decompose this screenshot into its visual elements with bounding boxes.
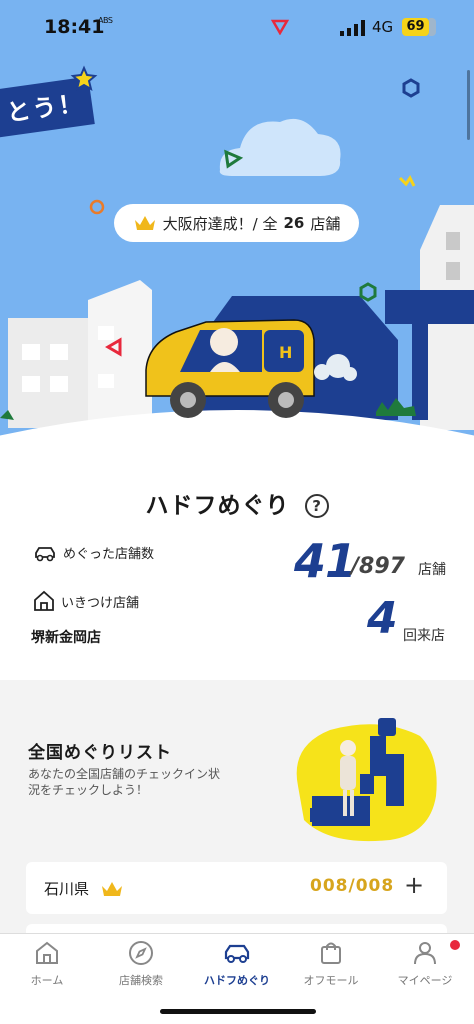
expand-icon[interactable]: +: [404, 871, 424, 899]
title-row: ハドフめぐり ?: [0, 486, 474, 520]
visited-total: /897: [351, 554, 405, 579]
visited-label-row: めぐった店舗数: [33, 543, 154, 562]
shopping-bag-icon: [321, 942, 341, 964]
visited-unit: 店舗: [418, 562, 446, 578]
network-type: 4G: [372, 18, 394, 36]
prefecture-count: 008/008: [310, 876, 395, 896]
status-bar: 18:41 ABS 4G 69: [0, 0, 474, 50]
stats-card: ハドフめぐり ? めぐった店舗数 41 /897 店舗 いきつけ店舗 堺新金岡店…: [0, 440, 474, 680]
nav-my-page-label: マイページ: [397, 974, 453, 987]
battery-level: 69: [402, 18, 429, 36]
car-icon: [35, 546, 55, 561]
favorite-label: いきつけ店舗: [61, 595, 140, 611]
nav-home[interactable]: ホーム: [2, 940, 92, 988]
crown-icon: [134, 216, 155, 230]
favorite-label-row: いきつけ店舗: [33, 590, 139, 612]
hero-illustration: とう！ H 大阪府達成！/ 全 26 店舗: [0, 0, 474, 440]
list-item-ishikawa[interactable]: 石川県 008/008 +: [26, 862, 447, 914]
car-icon: [224, 944, 250, 963]
status-small-icon: ABS: [98, 16, 113, 25]
nav-store-search-label: 店舗検索: [119, 974, 163, 987]
map-illustration: [296, 718, 437, 842]
signal-bars-icon: [340, 20, 365, 36]
visited-count: 41: [294, 534, 357, 588]
prefecture-name: 石川県: [44, 880, 90, 898]
nav-store-search[interactable]: 店舗検索: [96, 940, 186, 988]
list-description: あなたの全国店舗のチェックイン状況をチェックしよう！: [28, 767, 221, 797]
nationwide-list-section: 全国めぐりリスト あなたの全国店舗のチェックイン状況をチェックしよう！ 石川県 …: [0, 680, 474, 944]
battery-icon: 69: [402, 18, 436, 36]
sign-board: [385, 290, 474, 324]
status-time: 18:41: [44, 16, 105, 38]
favorite-store-name: 堺新金岡店: [31, 630, 101, 646]
help-icon[interactable]: ?: [304, 494, 329, 518]
favorite-unit: 回来店: [403, 628, 445, 644]
home-icon: [36, 941, 58, 964]
nav-off-mall-label: オフモール: [303, 974, 359, 987]
circle-shape: [89, 199, 105, 215]
person-icon: [414, 942, 436, 965]
cloud-shape: [219, 118, 341, 176]
house-icon: [34, 590, 54, 611]
achievement-count: 26: [283, 214, 305, 232]
page-title: ハドフめぐり: [145, 493, 290, 519]
visited-label: めぐった店舗数: [63, 547, 155, 562]
compass-icon: [129, 941, 153, 965]
nav-hadofu-meguri[interactable]: ハドフめぐり: [192, 940, 282, 988]
list-title: 全国めぐりリスト: [28, 743, 172, 763]
favorite-visit-count: 4: [367, 593, 398, 644]
achievement-unit: 店舗: [310, 214, 341, 233]
star-icon: [70, 65, 98, 92]
crown-icon: [102, 882, 122, 896]
achievement-badge: 大阪府達成！/ 全 26 店舗: [114, 204, 359, 242]
nav-hadofu-meguri-label: ハドフめぐり: [204, 974, 270, 987]
nav-off-mall[interactable]: オフモール: [286, 940, 376, 988]
hexagon-shape: [402, 78, 420, 98]
notification-triangle-icon: [271, 19, 289, 35]
building-left: [8, 318, 100, 428]
nav-home-label: ホーム: [30, 974, 64, 987]
home-indicator: [160, 1009, 316, 1014]
achievement-text: 大阪府達成！/ 全: [162, 214, 278, 233]
scrollbar[interactable]: [467, 70, 470, 140]
svg-text:H: H: [279, 343, 292, 362]
notification-dot: [450, 940, 460, 950]
squiggle-shape: [398, 175, 416, 187]
